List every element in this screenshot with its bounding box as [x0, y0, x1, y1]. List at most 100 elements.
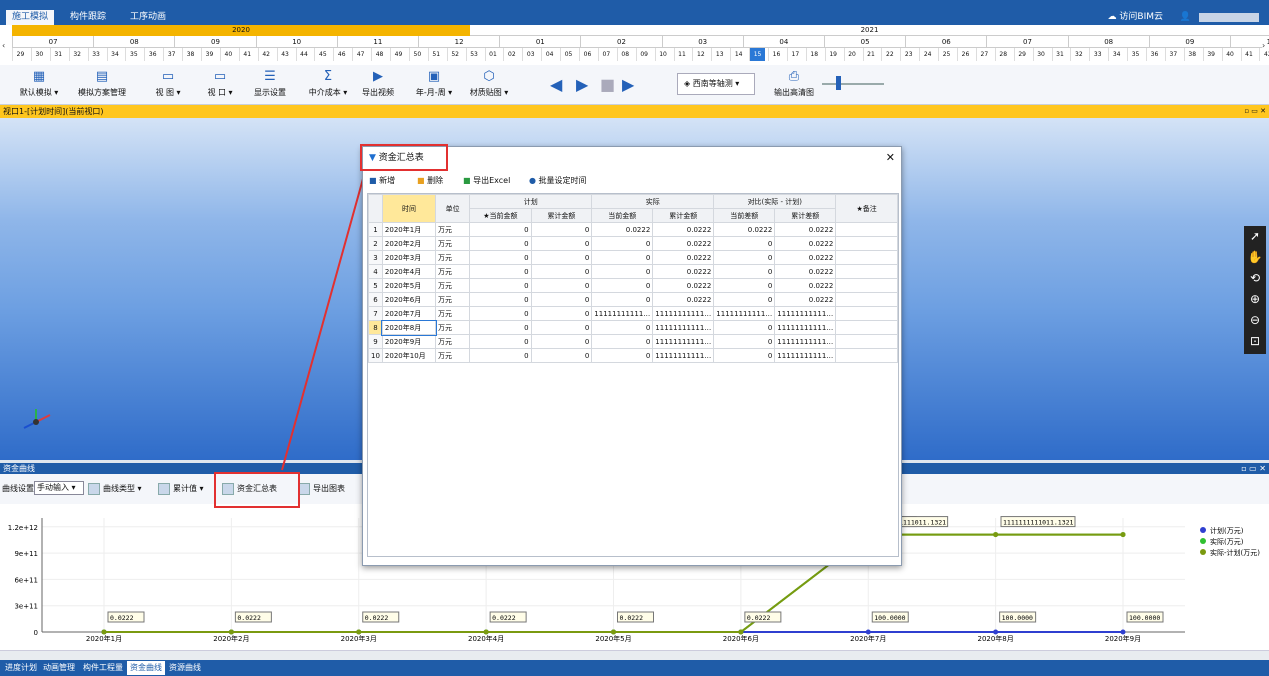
cell-remark[interactable] [835, 320, 898, 335]
timeline-week[interactable]: 36 [1146, 48, 1162, 61]
cell-unit[interactable]: 万元 [435, 292, 471, 307]
timeline-week[interactable]: 06 [579, 48, 595, 61]
user-name-box[interactable] [1199, 13, 1259, 22]
timeline-week[interactable]: 05 [560, 48, 576, 61]
timeline-week[interactable]: 14 [730, 48, 746, 61]
timeline-week[interactable]: 08 [616, 48, 633, 61]
window-button[interactable]: ▭ 视 口 ▾ [200, 68, 240, 102]
viewport-controls[interactable]: ▫ ▭ ✕ [1244, 105, 1266, 118]
cell-c2[interactable]: 0.0222 [774, 292, 837, 307]
chart-scrollbar[interactable] [0, 650, 1269, 660]
timeline-week[interactable]: 16 [768, 48, 784, 61]
cell-p2[interactable]: 0 [530, 264, 593, 279]
view-mode-select[interactable]: ◈ 西南等轴测 ▾ [677, 73, 755, 95]
timeline[interactable]: 2020 2021 ‹ › 07 08 09 10 11 12 01 02 03 04 05 06 07… [0, 25, 1269, 65]
timeline-week[interactable]: 35 [125, 48, 141, 61]
timeline-week-selected[interactable]: 15 [749, 48, 765, 61]
curve-input-mode-select[interactable]: 手动输入 ▾ [34, 481, 84, 495]
cell-unit[interactable]: 万元 [435, 278, 471, 293]
timeline-month[interactable]: 06 [905, 36, 986, 48]
cell-remark[interactable] [835, 292, 898, 307]
timeline-week[interactable]: 39 [201, 48, 217, 61]
delete-button[interactable]: ■ 删除 [417, 174, 443, 188]
cell-p2[interactable]: 0 [530, 348, 593, 363]
cell-a1[interactable]: 0 [591, 348, 654, 363]
table-row[interactable]: 7 2020年7月 万元 0 0 11111111111… 11111111111… 1111… [368, 306, 898, 321]
timeline-week[interactable]: 07 [597, 48, 614, 61]
cell-p1[interactable]: 0 [469, 348, 532, 363]
header-compare-cum[interactable]: 累计差额 [774, 208, 837, 223]
timeline-week[interactable]: 37 [1164, 48, 1181, 61]
timeline-week[interactable]: 22 [881, 48, 897, 61]
cell-time[interactable]: 2020年7月 [381, 306, 437, 321]
cell-a1[interactable]: 0 [591, 320, 654, 335]
batch-time-button[interactable]: ● 批量设定时间 [529, 174, 587, 188]
timeline-week[interactable]: 51 [427, 48, 444, 61]
cell-c1[interactable]: 0 [713, 236, 776, 251]
timeline-month[interactable]: 07 [986, 36, 1067, 48]
timeline-week[interactable]: 29 [12, 48, 28, 61]
cell-c1[interactable]: 0 [713, 250, 776, 265]
cell-p2[interactable]: 0 [530, 236, 593, 251]
cell-p1[interactable]: 0 [469, 292, 532, 307]
timeline-week[interactable]: 10 [654, 48, 671, 61]
display-settings-button[interactable]: ☰ 显示设置 [250, 68, 290, 102]
cell-c1[interactable]: 0 [713, 348, 776, 363]
cell-unit[interactable]: 万元 [435, 222, 471, 237]
cell-c2[interactable]: 11111111111… [774, 348, 837, 363]
timeline-week[interactable]: 31 [49, 48, 66, 61]
cell-a2[interactable]: 11111111111… [652, 334, 715, 349]
timeline-month[interactable]: 09 [1148, 36, 1230, 48]
timeline-week[interactable]: 52 [446, 48, 463, 61]
tab-fund-curve[interactable]: 资金曲线 [127, 661, 165, 675]
cell-unit[interactable]: 万元 [435, 236, 471, 251]
timeline-week[interactable]: 47 [352, 48, 368, 61]
cell-remark[interactable] [835, 264, 898, 279]
timeline-week[interactable]: 41 [238, 48, 255, 61]
timeline-week[interactable]: 34 [1108, 48, 1124, 61]
cell-unit[interactable]: 万元 [435, 264, 471, 279]
cell-p1[interactable]: 0 [469, 320, 532, 335]
timeline-week[interactable]: 33 [1089, 48, 1105, 61]
header-actual-current[interactable]: 当前金额 [591, 208, 654, 223]
tab-quantities[interactable]: 构件工程量 [80, 661, 126, 675]
cost-button[interactable]: Σ 中介成本 ▾ [304, 68, 352, 102]
cell-c1[interactable]: 0 [713, 320, 776, 335]
timeline-month[interactable]: 08 [1067, 36, 1149, 48]
timeline-week[interactable]: 53 [465, 48, 482, 61]
cell-a2[interactable]: 0.0222 [652, 222, 715, 237]
pan-icon[interactable]: ✋ [1244, 247, 1266, 268]
timeline-week[interactable]: 25 [938, 48, 954, 61]
timeline-week[interactable]: 42 [1259, 48, 1269, 61]
cell-remark[interactable] [835, 334, 898, 349]
cell-p2[interactable]: 0 [530, 320, 593, 335]
cell-c2[interactable]: 11111111111… [774, 334, 837, 349]
cell-a1[interactable]: 0.0222 [591, 222, 654, 237]
timeline-week[interactable]: 42 [257, 48, 274, 61]
header-actual-cum[interactable]: 累计金额 [652, 208, 715, 223]
cell-p1[interactable]: 0 [469, 278, 532, 293]
cell-a1[interactable]: 0 [591, 236, 654, 251]
timeline-week[interactable]: 20 [843, 48, 860, 61]
cell-remark[interactable] [835, 306, 898, 321]
timeline-week[interactable]: 32 [68, 48, 85, 61]
cell-unit[interactable]: 万元 [435, 306, 471, 321]
timeline-prev-icon[interactable]: ‹ [2, 41, 5, 50]
timeline-week[interactable]: 19 [824, 48, 841, 61]
cell-a1[interactable]: 0 [591, 334, 654, 349]
timeline-month[interactable]: 07 [12, 36, 93, 48]
cloud-link[interactable]: ☁ 访问BIM云 [1108, 10, 1163, 25]
timeline-week[interactable]: 33 [87, 48, 104, 61]
timeline-week[interactable]: 32 [1070, 48, 1086, 61]
header-time[interactable]: 时间 [381, 194, 437, 223]
cell-p1[interactable]: 0 [469, 264, 532, 279]
timeline-week[interactable]: 30 [30, 48, 47, 61]
speed-slider-handle[interactable] [836, 76, 841, 90]
timeline-month[interactable]: 12 [418, 36, 499, 48]
cell-time[interactable]: 2020年2月 [381, 236, 437, 251]
cell-p2[interactable]: 0 [530, 334, 593, 349]
timeline-week[interactable]: 46 [333, 48, 349, 61]
timeline-month[interactable]: 02 [580, 36, 661, 48]
cell-a2[interactable]: 11111111111… [652, 348, 715, 363]
header-unit[interactable]: 单位 [435, 194, 471, 223]
